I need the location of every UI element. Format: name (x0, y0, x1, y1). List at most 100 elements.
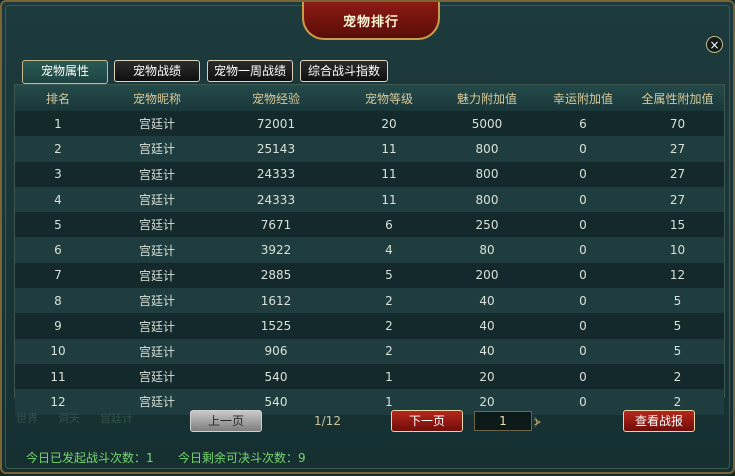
close-button[interactable]: × (706, 36, 723, 53)
cell-exp: 72001 (213, 111, 339, 137)
table-row[interactable]: 3 宫廷计 24333 11 800 0 27 (15, 161, 724, 187)
cell-luck: 6 (535, 111, 631, 137)
cell-level: 11 (339, 136, 439, 162)
cell-luck: 0 (535, 212, 631, 238)
cell-luck: 0 (535, 338, 631, 364)
next-page-button[interactable]: 下一页 (391, 410, 463, 432)
table-row[interactable]: 4 宫廷计 24333 11 800 0 27 (15, 186, 724, 213)
cell-all-attr: 10 (631, 237, 724, 263)
cell-nickname: 宫廷计 (101, 338, 213, 364)
table-row[interactable]: 10 宫廷计 906 2 40 0 5 (15, 338, 724, 364)
cell-all-attr: 5 (631, 288, 724, 314)
cell-nickname: 宫廷计 (101, 237, 213, 263)
table-row[interactable]: 1 宫廷计 72001 20 5000 6 70 (15, 111, 724, 137)
close-icon: × (709, 38, 720, 52)
tab-pet-weekly-record[interactable]: 宠物一周战绩 (207, 60, 293, 82)
cell-level: 6 (339, 212, 439, 238)
cell-all-attr: 2 (631, 363, 724, 390)
table-row[interactable]: 11 宫廷计 540 1 20 0 2 (15, 363, 724, 390)
cell-all-attr: 5 (631, 313, 724, 339)
cell-all-attr: 27 (631, 136, 724, 162)
table-row[interactable]: 8 宫廷计 1612 2 40 0 5 (15, 288, 724, 314)
footer-bar: 世界 洞天 宫廷计 上一页 1/12 下一页 ⦔ 查看战报 今日已发起战斗次数：… (2, 400, 735, 476)
cell-charm: 5000 (439, 111, 535, 137)
cell-rank: 11 (15, 363, 101, 390)
cell-charm: 200 (439, 262, 535, 289)
cell-luck: 0 (535, 262, 631, 289)
cell-rank: 4 (15, 186, 101, 213)
header-charm-bonus[interactable]: 魅力附加值 (439, 85, 535, 111)
cell-exp: 24333 (213, 186, 339, 213)
cell-level: 20 (339, 111, 439, 137)
cell-luck: 0 (535, 313, 631, 339)
cell-rank: 9 (15, 313, 101, 339)
cell-nickname: 宫廷计 (101, 262, 213, 289)
cell-rank: 7 (15, 262, 101, 289)
cell-all-attr: 15 (631, 212, 724, 238)
page-number-input[interactable] (474, 411, 532, 431)
cell-charm: 800 (439, 161, 535, 187)
table-row[interactable]: 9 宫廷计 1525 2 40 0 5 (15, 313, 724, 339)
header-pet-nickname[interactable]: 宠物昵称 (101, 85, 213, 111)
cell-rank: 5 (15, 212, 101, 238)
cell-charm: 800 (439, 136, 535, 162)
table-header-row: 排名 宠物昵称 宠物经验 宠物等级 魅力附加值 幸运附加值 全属性附加值 (15, 85, 724, 111)
cell-rank: 2 (15, 136, 101, 162)
cell-charm: 40 (439, 288, 535, 314)
cell-charm: 800 (439, 186, 535, 213)
cell-exp: 906 (213, 338, 339, 364)
cell-level: 2 (339, 288, 439, 314)
cell-nickname: 宫廷计 (101, 136, 213, 162)
table-row[interactable]: 7 宫廷计 2885 5 200 0 12 (15, 262, 724, 289)
cell-exp: 25143 (213, 136, 339, 162)
cell-rank: 1 (15, 111, 101, 137)
battles-initiated-today: 今日已发起战斗次数：1 (26, 451, 154, 465)
cell-exp: 540 (213, 363, 339, 390)
cell-charm: 20 (439, 363, 535, 390)
tab-pet-attributes[interactable]: 宠物属性 (22, 60, 108, 84)
cell-exp: 7671 (213, 212, 339, 238)
background-text: 世界 (16, 412, 38, 425)
cell-exp: 24333 (213, 161, 339, 187)
window-title: 宠物排行 (342, 14, 399, 30)
cell-exp: 1525 (213, 313, 339, 339)
header-pet-exp[interactable]: 宠物经验 (213, 85, 339, 111)
header-luck-bonus[interactable]: 幸运附加值 (535, 85, 631, 111)
cell-level: 11 (339, 186, 439, 213)
cell-nickname: 宫廷计 (101, 186, 213, 213)
cell-luck: 0 (535, 136, 631, 162)
cell-level: 2 (339, 313, 439, 339)
cell-level: 1 (339, 363, 439, 390)
page-indicator: 1/12 (314, 414, 341, 428)
cell-charm: 40 (439, 338, 535, 364)
tab-pet-battle-record[interactable]: 宠物战绩 (114, 60, 200, 82)
cell-luck: 0 (535, 161, 631, 187)
cell-charm: 250 (439, 212, 535, 238)
view-report-button[interactable]: 查看战报 (623, 410, 695, 432)
cell-nickname: 宫廷计 (101, 161, 213, 187)
cell-all-attr: 27 (631, 161, 724, 187)
cell-charm: 80 (439, 237, 535, 263)
window-title-plate: 宠物排行 (302, 2, 440, 40)
cell-luck: 0 (535, 288, 631, 314)
cell-luck: 0 (535, 363, 631, 390)
jump-icon[interactable]: ⦔ (534, 412, 548, 430)
prev-page-button[interactable]: 上一页 (190, 410, 262, 432)
cell-rank: 6 (15, 237, 101, 263)
table-row[interactable]: 2 宫廷计 25143 11 800 0 27 (15, 136, 724, 162)
cell-level: 11 (339, 161, 439, 187)
cell-exp: 3922 (213, 237, 339, 263)
cell-all-attr: 12 (631, 262, 724, 289)
cell-nickname: 宫廷计 (101, 288, 213, 314)
cell-nickname: 宫廷计 (101, 313, 213, 339)
ranking-table: 排名 宠物昵称 宠物经验 宠物等级 魅力附加值 幸运附加值 全属性附加值 1 宫廷… (15, 85, 724, 415)
tab-combat-index[interactable]: 综合战斗指数 (300, 60, 388, 82)
cell-luck: 0 (535, 237, 631, 263)
duels-remaining-today: 今日剩余可决斗次数：9 (178, 451, 306, 465)
header-rank[interactable]: 排名 (15, 85, 101, 111)
header-all-attr-bonus[interactable]: 全属性附加值 (631, 85, 724, 111)
table-row[interactable]: 5 宫廷计 7671 6 250 0 15 (15, 212, 724, 238)
header-pet-level[interactable]: 宠物等级 (339, 85, 439, 111)
cell-rank: 8 (15, 288, 101, 314)
table-row[interactable]: 6 宫廷计 3922 4 80 0 10 (15, 237, 724, 263)
